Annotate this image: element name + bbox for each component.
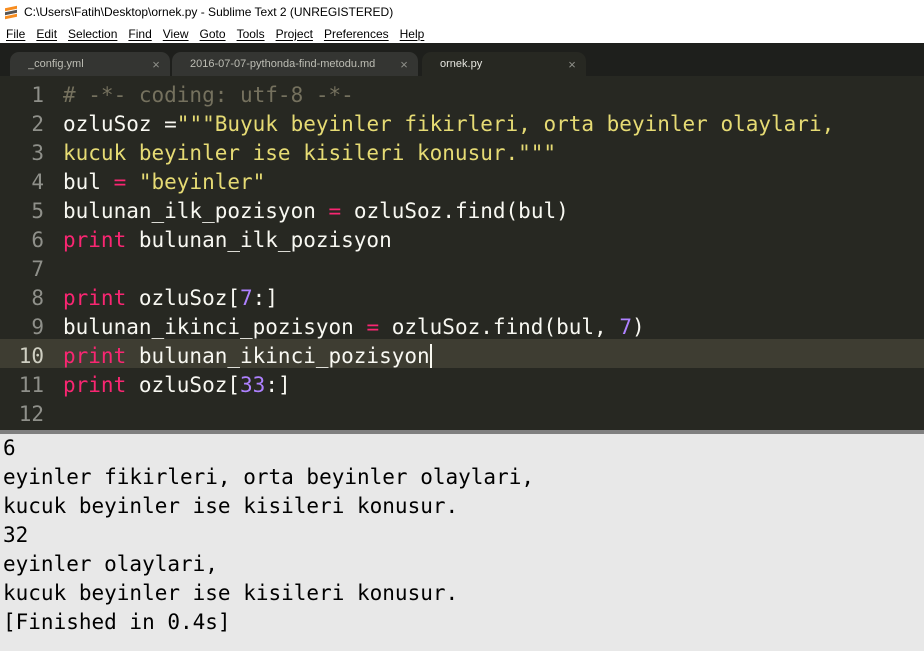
- punctuation: :]: [265, 373, 291, 397]
- menu-help[interactable]: Help: [394, 27, 430, 41]
- operator: =: [353, 315, 392, 339]
- menu-goto[interactable]: Goto: [194, 27, 231, 41]
- window-title: C:\Users\Fatih\Desktop\ornek.py - Sublim…: [24, 5, 394, 19]
- line-number: 8: [31, 286, 44, 310]
- code-line-8: print ozluSoz[7:]: [63, 284, 278, 313]
- line-number: 11: [18, 373, 44, 397]
- identifier: ozluSoz[: [126, 286, 241, 310]
- output-line: 6: [3, 436, 16, 460]
- operator: =: [315, 199, 354, 223]
- keyword: print: [63, 344, 127, 368]
- tab-label: 2016-07-07-pythonda-find-metodu.md: [190, 58, 376, 70]
- string-literal: "beyinler": [138, 170, 266, 194]
- output-line: 32: [3, 523, 29, 547]
- expression: ozluSoz.find(bul,: [391, 315, 620, 339]
- code-line-4: bul = "beyinler": [63, 168, 265, 197]
- code-editor[interactable]: 1 2 3 4 5 6 7 8 9 10 11 12 # -*- coding:…: [0, 78, 924, 430]
- number-literal: 33: [240, 373, 266, 397]
- code-line-2: ozluSoz ="""Buyuk beyinler fikirleri, or…: [63, 110, 834, 139]
- menu-bar: File Edit Selection Find View Goto Tools…: [0, 24, 924, 43]
- menu-selection[interactable]: Selection: [62, 27, 122, 41]
- menu-find[interactable]: Find: [122, 27, 156, 41]
- line-number: 5: [31, 199, 44, 223]
- close-icon[interactable]: ×: [398, 57, 410, 72]
- close-icon[interactable]: ×: [566, 57, 578, 72]
- code-line-3: kucuk beyinler ise kisileri konusur.""": [63, 139, 556, 168]
- tab-find-metodu-md[interactable]: 2016-07-07-pythonda-find-metodu.md ×: [172, 52, 418, 76]
- code-line-5: bulunan_ilk_pozisyon = ozluSoz.find(bul): [63, 197, 569, 226]
- line-number-current: 10: [18, 344, 44, 368]
- operator: =: [100, 170, 139, 194]
- punctuation: :]: [252, 286, 278, 310]
- tab-label: ornek.py: [440, 58, 483, 70]
- identifier: bulunan_ikinci_pozisyon: [126, 344, 430, 368]
- output-line: eyinler fikirleri, orta beyinler olaylar…: [3, 465, 535, 489]
- output-line: kucuk beyinler ise kisileri konusur.: [3, 581, 459, 605]
- line-number: 2: [31, 112, 44, 136]
- keyword: print: [63, 228, 127, 252]
- identifier: ozluSoz[: [126, 373, 241, 397]
- menu-view[interactable]: View: [157, 27, 194, 41]
- number-literal: 7: [240, 286, 253, 310]
- line-number: 1: [31, 83, 44, 107]
- line-number: 3: [31, 141, 44, 165]
- text-cursor: [429, 344, 432, 368]
- punctuation: ): [631, 315, 645, 339]
- comment: # -*- coding: utf-8 -*-: [63, 83, 354, 107]
- code-line-10: print bulunan_ikinci_pozisyon: [63, 342, 432, 371]
- output-line: eyinler olaylari,: [3, 552, 218, 576]
- keyword: print: [63, 286, 127, 310]
- close-icon[interactable]: ×: [150, 57, 162, 72]
- line-number: 9: [31, 315, 44, 339]
- tab-ornek-py[interactable]: ornek.py ×: [422, 52, 586, 76]
- code-line-1: # -*- coding: utf-8 -*-: [63, 81, 354, 110]
- expression: ozluSoz.find(bul): [353, 199, 569, 223]
- output-line: kucuk beyinler ise kisileri konusur.: [3, 494, 459, 518]
- identifier: bulunan_ilk_pozisyon: [126, 228, 392, 252]
- string-literal: """Buyuk beyinler fikirleri, orta beyinl…: [176, 112, 835, 136]
- identifier: ozluSoz =: [63, 112, 177, 136]
- identifier: bul: [63, 170, 101, 194]
- line-number-gutter: 1 2 3 4 5 6 7 8 9 10 11 12: [0, 78, 48, 430]
- tab-bar: _config.yml × 2016-07-07-pythonda-find-m…: [0, 43, 924, 76]
- code-line-11: print ozluSoz[33:]: [63, 371, 291, 400]
- menu-tools[interactable]: Tools: [231, 27, 270, 41]
- keyword: print: [63, 373, 127, 397]
- tab-config-yml[interactable]: _config.yml ×: [10, 52, 170, 76]
- identifier: bulunan_ikinci_pozisyon: [63, 315, 354, 339]
- menu-edit[interactable]: Edit: [30, 27, 62, 41]
- menu-project[interactable]: Project: [270, 27, 318, 41]
- output-line: [Finished in 0.4s]: [3, 610, 231, 634]
- identifier: bulunan_ilk_pozisyon: [63, 199, 316, 223]
- title-bar: C:\Users\Fatih\Desktop\ornek.py - Sublim…: [0, 0, 924, 24]
- line-number: 12: [18, 402, 44, 426]
- tab-label: _config.yml: [28, 58, 84, 70]
- line-number: 4: [31, 170, 44, 194]
- line-number: 6: [31, 228, 44, 252]
- number-literal: 7: [619, 315, 632, 339]
- string-literal: kucuk beyinler ise kisileri konusur.""": [63, 141, 557, 165]
- code-line-6: print bulunan_ilk_pozisyon: [63, 226, 392, 255]
- code-line-9: bulunan_ikinci_pozisyon = ozluSoz.find(b…: [63, 313, 645, 342]
- menu-file[interactable]: File: [0, 27, 30, 41]
- build-output-panel[interactable]: 6 eyinler fikirleri, orta beyinler olayl…: [0, 434, 924, 651]
- line-number: 7: [31, 257, 44, 281]
- sublime-text-icon: [4, 5, 18, 20]
- menu-preferences[interactable]: Preferences: [318, 27, 394, 41]
